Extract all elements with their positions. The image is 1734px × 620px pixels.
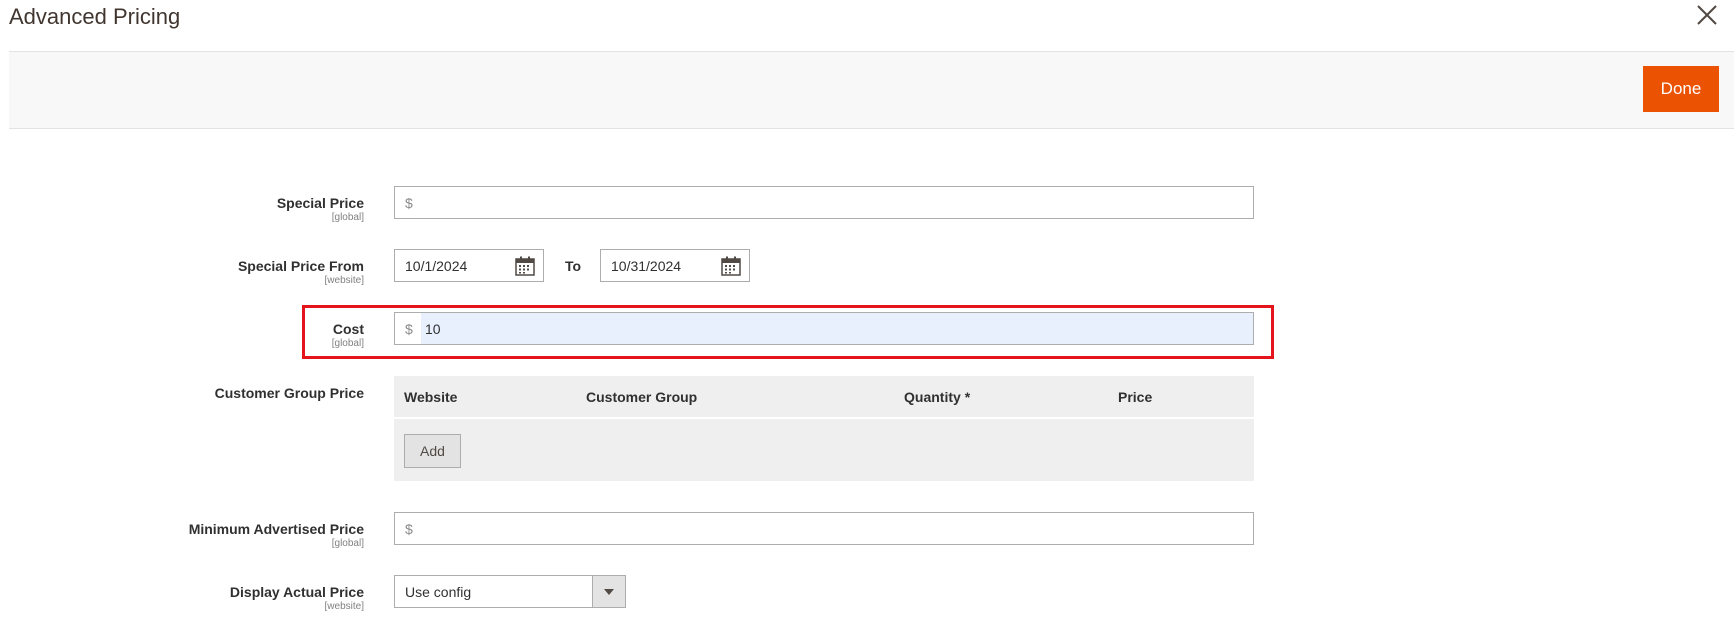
special-price-from-scope: [website] bbox=[324, 275, 364, 286]
column-website: Website bbox=[404, 389, 458, 405]
map-scope: [global] bbox=[331, 538, 364, 549]
currency-symbol: $ bbox=[405, 520, 413, 537]
done-button[interactable]: Done bbox=[1643, 66, 1719, 112]
currency-symbol: $ bbox=[405, 194, 413, 211]
advanced-pricing-modal: Advanced Pricing Done Special Price [glo… bbox=[0, 0, 1734, 620]
display-actual-price-select[interactable]: Use config bbox=[394, 575, 626, 608]
customer-group-price-label: Customer Group Price bbox=[214, 385, 364, 401]
close-icon[interactable] bbox=[1694, 2, 1720, 28]
select-value: Use config bbox=[405, 583, 472, 600]
column-quantity: Quantity * bbox=[904, 389, 970, 405]
modal-toolbar: Done bbox=[9, 51, 1734, 129]
grid-header: Website Customer Group Quantity * Price bbox=[394, 376, 1254, 419]
currency-symbol: $ bbox=[405, 320, 413, 337]
special-price-scope: [global] bbox=[331, 212, 364, 223]
calendar-icon[interactable] bbox=[721, 256, 741, 276]
calendar-icon[interactable] bbox=[515, 256, 535, 276]
column-quantity-label: Quantity bbox=[904, 389, 961, 405]
add-button[interactable]: Add bbox=[404, 434, 461, 468]
chevron-down-icon bbox=[604, 588, 614, 595]
to-label: To bbox=[565, 258, 582, 274]
column-price: Price bbox=[1118, 389, 1153, 405]
dropdown-toggle[interactable] bbox=[592, 576, 625, 607]
map-value[interactable] bbox=[421, 513, 1253, 544]
special-price-label: Special Price bbox=[276, 195, 364, 211]
display-actual-price-label: Display Actual Price bbox=[229, 584, 364, 600]
map-input[interactable]: $ bbox=[394, 512, 1254, 545]
cost-input[interactable]: $ 10 bbox=[394, 312, 1254, 345]
special-to-date-input[interactable]: 10/31/2024 bbox=[600, 249, 750, 282]
cost-scope: [global] bbox=[331, 338, 364, 349]
required-mark: * bbox=[964, 389, 971, 405]
to-date-value: 10/31/2024 bbox=[611, 257, 682, 274]
from-date-value: 10/1/2024 bbox=[405, 257, 468, 274]
customer-group-price-grid: Website Customer Group Quantity * Price A… bbox=[394, 376, 1254, 481]
cost-value[interactable]: 10 bbox=[421, 313, 1253, 344]
column-customer-group: Customer Group bbox=[586, 389, 698, 405]
special-price-from-label: Special Price From bbox=[237, 258, 364, 274]
special-from-date-input[interactable]: 10/1/2024 bbox=[394, 249, 544, 282]
special-price-value[interactable] bbox=[421, 187, 1253, 218]
modal-title: Advanced Pricing bbox=[9, 4, 181, 29]
display-actual-price-scope: [website] bbox=[324, 601, 364, 612]
cost-label: Cost bbox=[332, 321, 364, 337]
special-price-input[interactable]: $ bbox=[394, 186, 1254, 219]
map-label: Minimum Advertised Price bbox=[188, 521, 364, 537]
